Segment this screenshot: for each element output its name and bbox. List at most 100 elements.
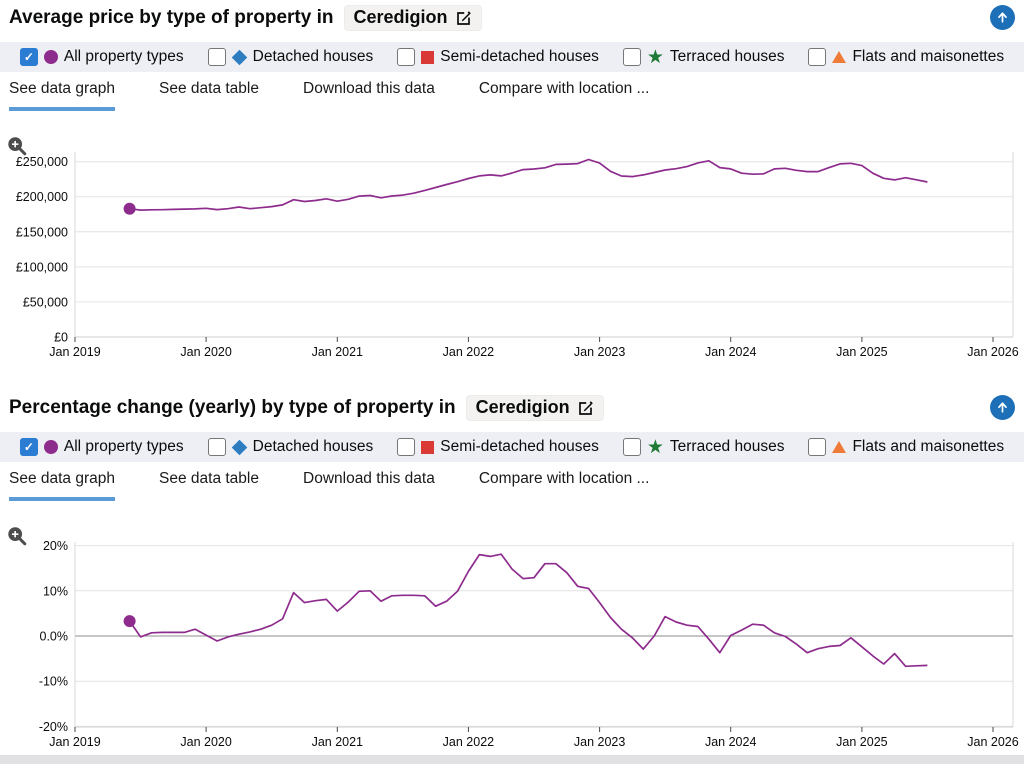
x-axis-label: Jan 2025 xyxy=(836,735,887,749)
y-axis-label: £250,000 xyxy=(16,155,68,169)
legend-item-all-property-types[interactable]: All property types xyxy=(19,48,184,66)
legend-bar: All property types Detached houses Semi-… xyxy=(0,42,1024,72)
checkbox-checked-icon[interactable] xyxy=(19,438,38,456)
x-axis-label: Jan 2026 xyxy=(967,345,1018,359)
tab-compare-with-location[interactable]: Compare with location ... xyxy=(479,470,650,501)
legend-item-all-property-types[interactable]: All property types xyxy=(19,438,184,456)
scroll-to-top-button[interactable] xyxy=(990,395,1015,420)
y-axis-label: -10% xyxy=(39,675,68,689)
location-name: Ceredigion xyxy=(475,397,570,417)
square-marker-icon xyxy=(421,440,435,454)
x-axis-label: Jan 2021 xyxy=(312,735,363,749)
percentage-change-chart-svg: -20% -10% 0.0% 10% 20% Jan 2019 Jan 2020 Jan 20… xyxy=(39,539,1019,749)
x-axis-label: Jan 2024 xyxy=(705,345,756,359)
location-edit-button[interactable]: Ceredigion xyxy=(343,5,482,31)
star-marker-icon xyxy=(647,441,664,454)
x-axis-label: Jan 2025 xyxy=(836,345,887,359)
diamond-marker-icon xyxy=(231,439,247,455)
up-arrow-icon xyxy=(998,402,1007,413)
legend-item-terraced-houses[interactable]: Terraced houses xyxy=(622,438,785,456)
y-axis-label: £200,000 xyxy=(16,190,68,204)
legend-item-label: Semi-detached houses xyxy=(440,438,599,455)
checkbox-unchecked-icon[interactable] xyxy=(397,48,416,66)
checkbox-unchecked-icon[interactable] xyxy=(207,48,226,66)
legend-item-label: Flats and maisonettes xyxy=(852,438,1005,455)
zoom-in-icon[interactable] xyxy=(6,135,28,157)
legend-item-label: Detached houses xyxy=(252,48,374,65)
series-start-marker xyxy=(123,615,136,628)
zoom-in-icon[interactable] xyxy=(6,525,28,547)
series-line-all-property-types xyxy=(128,553,928,668)
average-price-chart: £0 £50,000 £100,000 £150,000 £200,000 £250,00… xyxy=(0,130,1024,365)
checkbox-unchecked-icon[interactable] xyxy=(622,48,641,66)
legend-item-semi-detached-houses[interactable]: Semi-detached houses xyxy=(397,438,599,456)
scroll-to-top-button[interactable] xyxy=(990,5,1015,30)
legend-bar: All property types Detached houses Semi-… xyxy=(0,432,1024,462)
legend-item-detached-houses[interactable]: Detached houses xyxy=(207,48,374,66)
y-axis-label: £0 xyxy=(54,331,68,345)
series-line-all-property-types xyxy=(129,158,928,211)
legend-item-label: Terraced houses xyxy=(669,48,785,65)
uk-hpi-explorer-page: Average price by type of property in Cer… xyxy=(0,0,1024,764)
x-axis-label: Jan 2023 xyxy=(574,345,625,359)
location-edit-button[interactable]: Ceredigion xyxy=(465,395,604,421)
checkbox-unchecked-icon[interactable] xyxy=(207,438,226,456)
x-axis-label: Jan 2022 xyxy=(443,735,494,749)
legend-item-detached-houses[interactable]: Detached houses xyxy=(207,438,373,456)
average-price-chart-svg: £0 £50,000 £100,000 £150,000 £200,000 £250,00… xyxy=(16,152,1019,359)
circle-marker-icon xyxy=(43,440,58,454)
legend-item-label: All property types xyxy=(63,438,184,455)
x-axis-label: Jan 2021 xyxy=(312,345,363,359)
y-axis-label: £50,000 xyxy=(23,295,68,309)
x-axis-label: Jan 2023 xyxy=(574,735,625,749)
triangle-marker-icon xyxy=(832,441,847,453)
triangle-marker-icon xyxy=(832,51,847,63)
diamond-marker-icon xyxy=(231,49,247,65)
legend-item-flats-and-maisonettes[interactable]: Flats and maisonettes xyxy=(808,438,1004,456)
series-start-marker xyxy=(123,202,136,215)
tab-download-this-data[interactable]: Download this data xyxy=(303,470,435,501)
x-axis-label: Jan 2022 xyxy=(443,345,494,359)
y-axis-label: 10% xyxy=(43,584,68,598)
tab-compare-with-location[interactable]: Compare with location ... xyxy=(479,80,650,111)
x-axis-label: Jan 2024 xyxy=(705,735,756,749)
tabs: See data graph See data table Download t… xyxy=(9,470,1024,501)
legend-item-label: Semi-detached houses xyxy=(440,48,599,65)
square-marker-icon xyxy=(421,50,435,64)
tab-see-data-graph[interactable]: See data graph xyxy=(9,470,116,501)
tabs: See data graph See data table Download t… xyxy=(9,80,1024,111)
checkbox-unchecked-icon[interactable] xyxy=(808,438,827,456)
legend-item-label: All property types xyxy=(63,48,184,65)
legend-item-label: Terraced houses xyxy=(669,438,785,455)
edit-pencil-square-icon xyxy=(456,10,471,25)
circle-marker-icon xyxy=(43,50,58,64)
x-axis-label: Jan 2026 xyxy=(967,735,1018,749)
average-price-section: Average price by type of property in Cer… xyxy=(0,0,1024,375)
legend-item-flats-and-maisonettes[interactable]: Flats and maisonettes xyxy=(808,48,1004,66)
tab-see-data-table[interactable]: See data table xyxy=(159,80,259,111)
edit-pencil-square-icon xyxy=(578,400,593,415)
section-header: Average price by type of property in Cer… xyxy=(0,3,1024,33)
percentage-change-section: Percentage change (yearly) by type of pr… xyxy=(0,390,1024,756)
legend-item-label: Flats and maisonettes xyxy=(852,48,1005,65)
section-header: Percentage change (yearly) by type of pr… xyxy=(0,393,1024,423)
tab-see-data-graph[interactable]: See data graph xyxy=(9,80,116,111)
tab-download-this-data[interactable]: Download this data xyxy=(303,80,435,111)
checkbox-unchecked-icon[interactable] xyxy=(622,438,641,456)
page-title: Percentage change (yearly) by type of pr… xyxy=(9,393,604,423)
x-axis-label: Jan 2019 xyxy=(49,735,100,749)
legend-item-terraced-houses[interactable]: Terraced houses xyxy=(622,48,785,66)
legend-item-semi-detached-houses[interactable]: Semi-detached houses xyxy=(397,48,599,66)
percentage-change-chart: -20% -10% 0.0% 10% 20% Jan 2019 Jan 2020 Jan 20… xyxy=(0,520,1024,755)
y-axis-label: 0.0% xyxy=(40,630,69,644)
y-axis-label: 20% xyxy=(43,539,68,553)
tab-see-data-table[interactable]: See data table xyxy=(159,470,259,501)
checkbox-unchecked-icon[interactable] xyxy=(808,48,827,66)
star-marker-icon xyxy=(647,51,664,64)
checkbox-checked-icon[interactable] xyxy=(19,48,38,66)
y-axis-label: -20% xyxy=(39,720,68,734)
y-axis-label: £150,000 xyxy=(16,225,68,239)
y-axis-label: £100,000 xyxy=(16,260,68,274)
x-axis-label: Jan 2020 xyxy=(180,735,231,749)
checkbox-unchecked-icon[interactable] xyxy=(397,438,416,456)
